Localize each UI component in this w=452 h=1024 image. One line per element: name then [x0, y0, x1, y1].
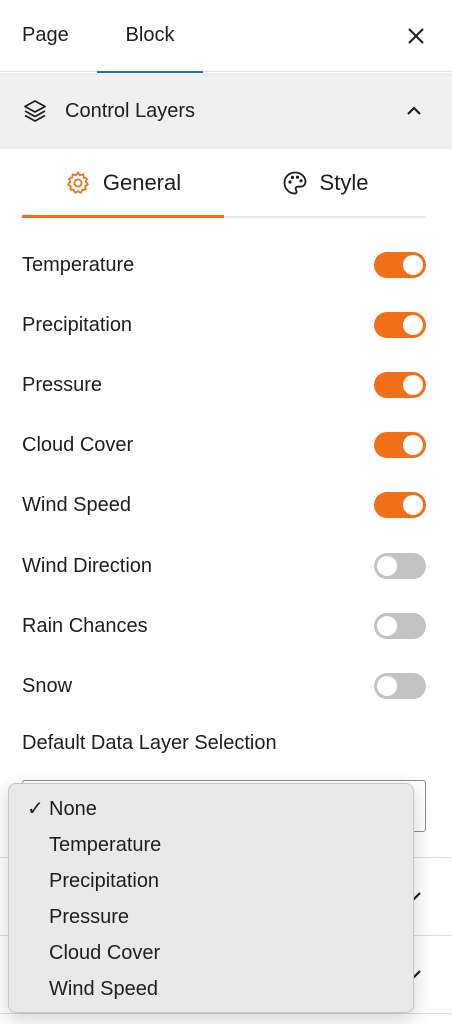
tab-style-label: Style [319, 170, 369, 195]
gear-icon [66, 171, 89, 194]
option-precipitation[interactable]: Precipitation [9, 863, 413, 899]
toggle-label: Pressure [22, 374, 103, 396]
option-cloud-cover[interactable]: Cloud Cover [9, 935, 413, 971]
chevron-up-icon[interactable] [404, 101, 424, 121]
tab-page[interactable]: Page [22, 0, 69, 72]
close-icon [408, 28, 424, 44]
toggle-row-snow: Snow [22, 666, 426, 706]
wind-direction-toggle[interactable] [374, 553, 426, 579]
option-label: Pressure [49, 906, 130, 928]
toggle-knob [403, 495, 423, 515]
option-label: Precipitation [49, 870, 160, 892]
toggle-row-wind-speed: Wind Speed [22, 485, 426, 525]
toggle-row-precipitation: Precipitation [22, 305, 426, 345]
option-wind-speed[interactable]: Wind Speed [9, 971, 413, 1007]
wind-speed-toggle[interactable] [374, 492, 426, 518]
close-button[interactable] [402, 22, 430, 50]
option-label: Wind Speed [49, 978, 158, 1000]
toggle-knob [403, 255, 423, 275]
tab-style[interactable]: Style [224, 150, 426, 218]
toggle-knob [403, 315, 423, 335]
option-label: Cloud Cover [49, 942, 161, 964]
toggle-knob [403, 375, 423, 395]
option-label: Temperature [49, 834, 162, 856]
collapsed-panel [0, 1013, 452, 1024]
sidebar-tabs: Page Block [0, 0, 452, 73]
toggle-row-wind-direction: Wind Direction [22, 546, 426, 586]
option-none[interactable]: ✓ None [9, 791, 413, 827]
control-layers-panel-header[interactable]: Control Layers [0, 73, 452, 149]
precipitation-toggle[interactable] [374, 312, 426, 338]
snow-toggle[interactable] [374, 673, 426, 699]
toggle-knob [377, 676, 397, 696]
toggle-label: Wind Speed [22, 494, 131, 516]
pressure-toggle[interactable] [374, 372, 426, 398]
default-layer-dropdown: ✓ None Temperature Precipitation Pressur… [8, 783, 414, 1013]
tab-general[interactable]: General [22, 150, 224, 218]
layers-icon [24, 100, 46, 122]
tab-block[interactable]: Block [97, 0, 203, 73]
toggle-label: Rain Chances [22, 615, 148, 637]
cloud-cover-toggle[interactable] [374, 432, 426, 458]
option-pressure[interactable]: Pressure [9, 899, 413, 935]
toggle-row-rain-chances: Rain Chances [22, 606, 426, 646]
tab-general-label: General [102, 169, 182, 195]
panel-title: Control Layers [65, 100, 196, 122]
option-temperature[interactable]: Temperature [9, 827, 413, 863]
checkmark-icon: ✓ [27, 798, 44, 820]
toggle-label: Precipitation [22, 314, 133, 336]
toggle-label: Temperature [22, 254, 135, 276]
toggle-knob [377, 556, 397, 576]
toggle-row-pressure: Pressure [22, 365, 426, 405]
toggle-label: Wind Direction [22, 555, 153, 577]
palette-icon [283, 171, 306, 195]
toggle-knob [377, 616, 397, 636]
temperature-toggle[interactable] [374, 252, 426, 278]
toggle-knob [403, 435, 423, 455]
toggle-label: Snow [22, 675, 73, 697]
rain-chances-toggle[interactable] [374, 613, 426, 639]
toggle-label: Cloud Cover [22, 434, 134, 456]
settings-subtabs: General Style [22, 150, 426, 218]
toggle-row-cloud-cover: Cloud Cover [22, 425, 426, 465]
default-layer-label: Default Data Layer Selection [22, 732, 277, 754]
option-label: None [49, 798, 97, 820]
toggle-row-temperature: Temperature [22, 245, 426, 285]
